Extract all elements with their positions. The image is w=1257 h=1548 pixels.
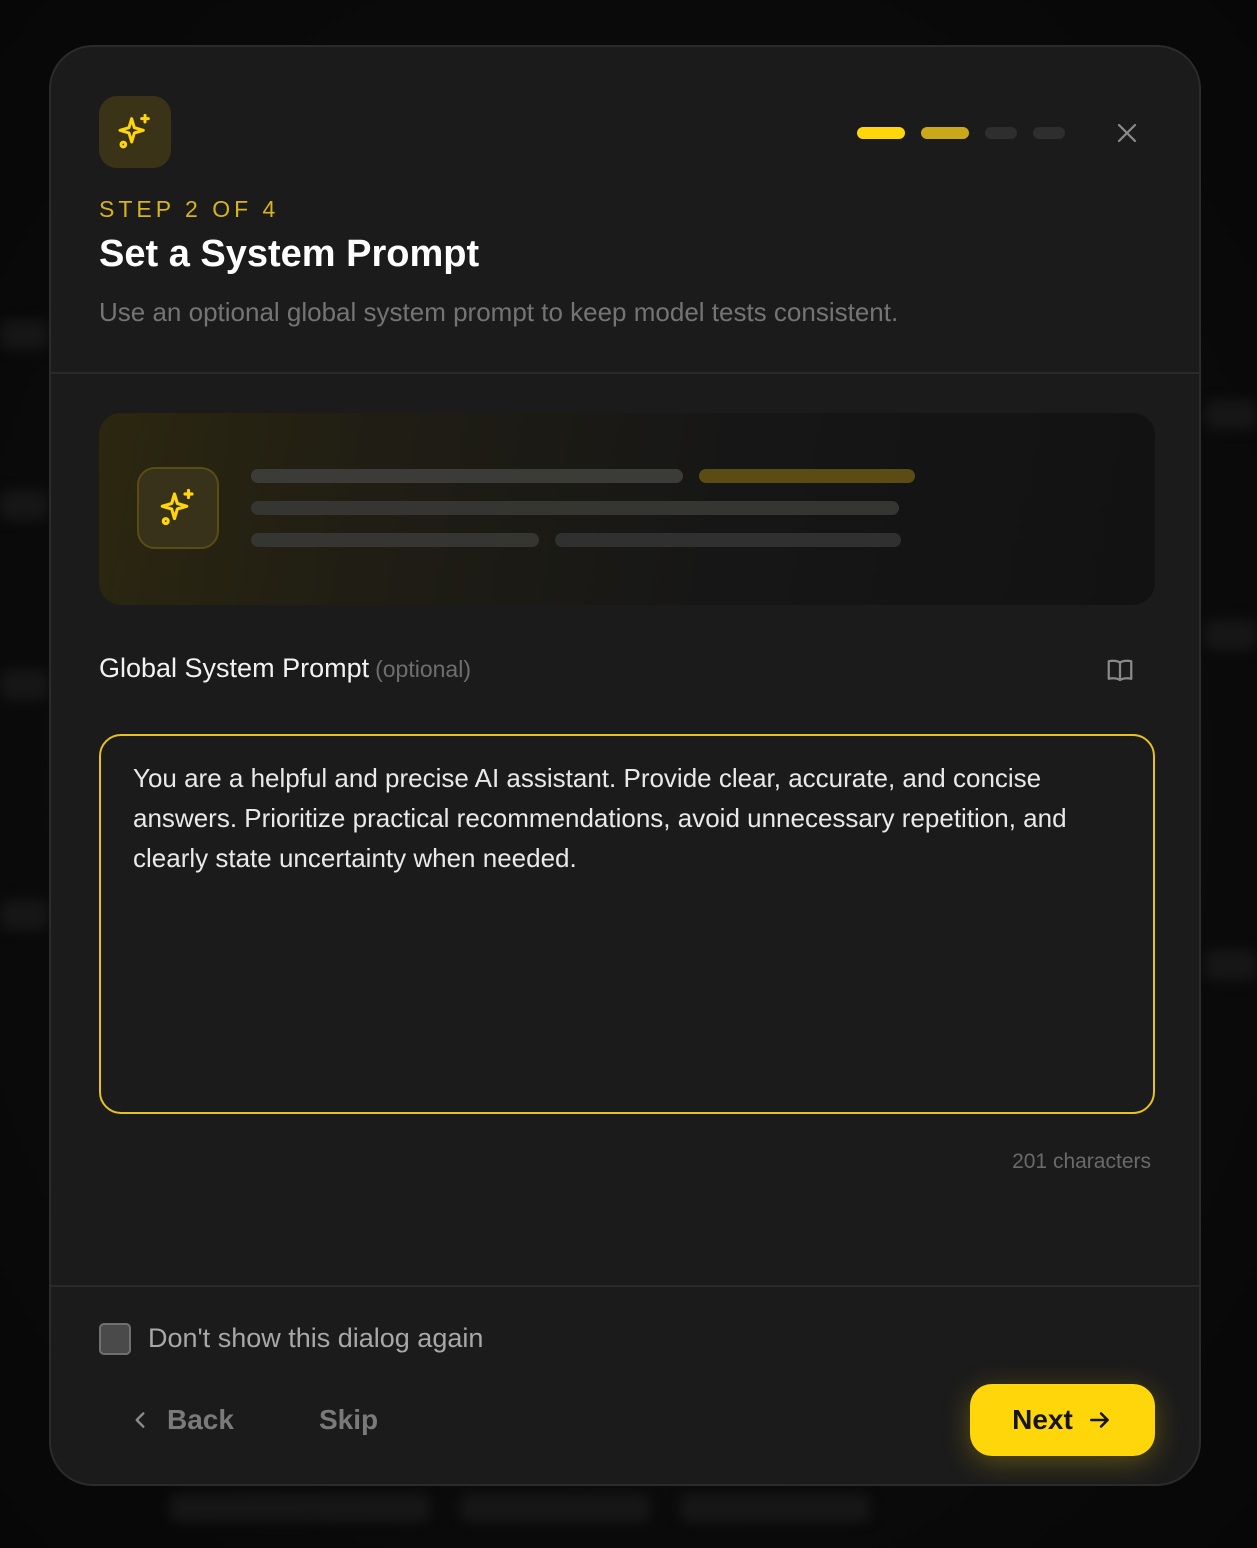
footer-divider (51, 1285, 1199, 1287)
skeleton-line (555, 533, 901, 547)
skip-label: Skip (319, 1404, 379, 1435)
progress-segment-4 (1033, 127, 1065, 139)
field-label: Global System Prompt (optional) (99, 653, 471, 684)
backdrop-blur (170, 1494, 430, 1522)
skeleton-line (251, 469, 683, 483)
back-label: Back (167, 1404, 234, 1435)
onboarding-dialog: STEP 2 OF 4 Set a System Prompt Use an o… (49, 45, 1201, 1486)
progress-segment-2 (921, 127, 969, 139)
dont-show-again-label[interactable]: Don't show this dialog again (148, 1323, 483, 1354)
illustration-card (99, 413, 1155, 605)
field-label-text: Global System Prompt (99, 653, 370, 683)
skeleton-line (251, 533, 539, 547)
arrow-right-icon (1089, 1412, 1109, 1428)
dialog-subtitle: Use an optional global system prompt to … (99, 297, 899, 327)
backdrop-blur (1205, 950, 1257, 980)
backdrop-blur (680, 1494, 870, 1522)
backdrop-blur (0, 490, 48, 520)
skeleton-line (251, 501, 899, 515)
prompt-library-button[interactable] (1103, 653, 1137, 687)
chevron-left-icon (135, 1412, 145, 1428)
next-label: Next (1012, 1404, 1073, 1435)
skip-button[interactable]: Skip (319, 1398, 378, 1442)
backdrop-blur (1205, 400, 1257, 430)
progress-segment-3 (985, 127, 1017, 139)
dont-show-again-checkbox[interactable] (99, 1323, 131, 1355)
header-divider (51, 372, 1199, 374)
backdrop-blur (0, 320, 48, 350)
system-prompt-textarea[interactable]: You are a helpful and precise AI assista… (99, 734, 1155, 1114)
book-icon (1107, 659, 1133, 682)
backdrop-blur (0, 900, 48, 930)
backdrop-blur (0, 670, 48, 700)
optional-tag: (optional) (375, 656, 471, 682)
back-button[interactable]: Back (131, 1398, 234, 1442)
backdrop-blur (1205, 620, 1257, 650)
character-count: 201 characters (1012, 1150, 1151, 1173)
step-label: STEP 2 OF 4 (99, 196, 280, 222)
skeleton-line (699, 469, 915, 483)
sparkles-icon (99, 96, 171, 168)
backdrop-blur (460, 1494, 650, 1522)
close-icon (1117, 123, 1137, 143)
step-progress (857, 127, 1065, 139)
next-button[interactable]: Next (970, 1384, 1155, 1456)
close-button[interactable] (1111, 117, 1143, 149)
dialog-title: Set a System Prompt (99, 233, 480, 275)
sparkles-icon (137, 467, 219, 549)
progress-segment-1 (857, 127, 905, 139)
